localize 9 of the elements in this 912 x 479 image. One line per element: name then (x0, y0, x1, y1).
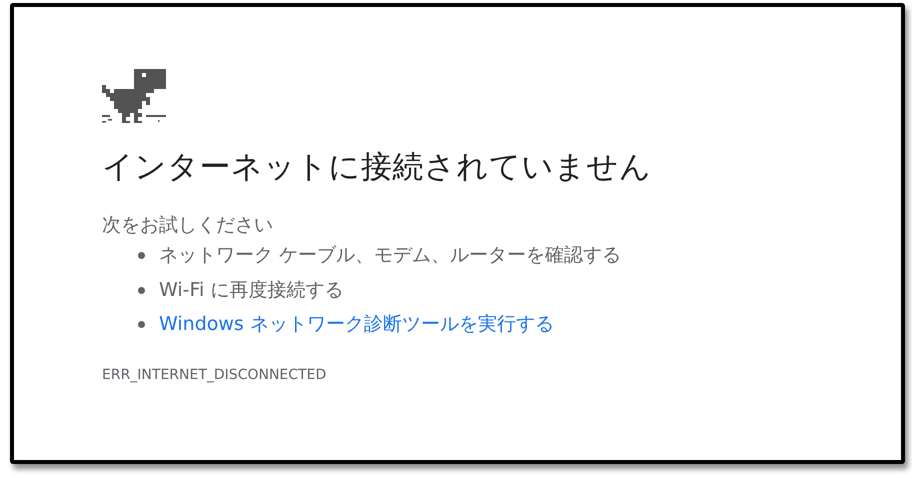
suggestions-intro: 次をお試しください (102, 214, 273, 237)
bullet-icon (138, 321, 145, 328)
bullet-icon (138, 286, 145, 294)
error-heading: インターネットに接続されていません (102, 149, 652, 186)
suggestion-text: ネットワーク ケーブル、モデム、ルーターを確認する (159, 242, 622, 268)
suggestion-text: Wi-Fi に再度接続する (159, 278, 344, 302)
bullet-icon (138, 252, 145, 259)
error-code: ERR_INTERNET_DISCONNECTED (102, 367, 326, 384)
diagnostics-link[interactable]: Windows ネットワーク診断ツールを実行する (159, 312, 554, 338)
